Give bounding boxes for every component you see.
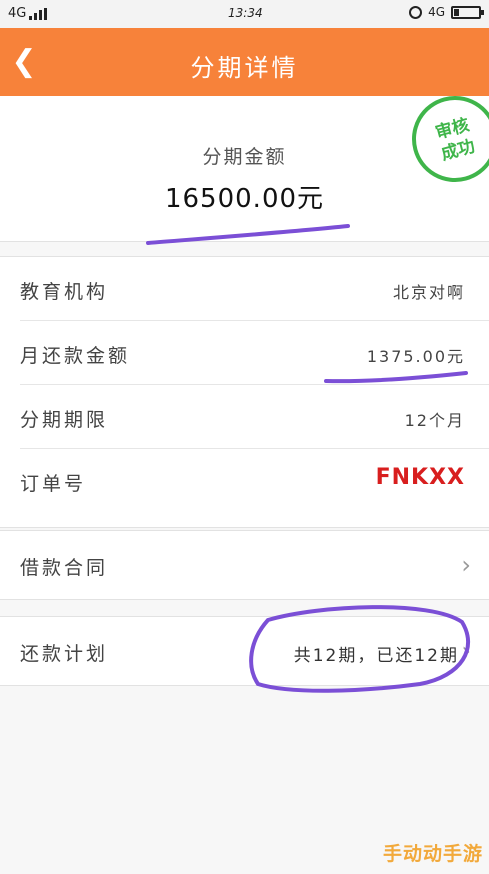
detail-value: 12个月 <box>404 411 465 430</box>
status-right: 4G <box>409 5 484 19</box>
detail-row-monthly-payment: 月还款金额 1375.00元 <box>0 321 489 385</box>
chevron-right-icon: › <box>461 551 471 579</box>
detail-label: 教育机构 <box>20 281 109 303</box>
detail-row-term: 分期期限 12个月 <box>0 385 489 449</box>
chevron-right-icon: › <box>461 637 471 665</box>
alarm-clock-icon <box>409 5 423 19</box>
details-list: 教育机构 北京对啊 月还款金额 1375.00元 分期期限 12个月 订单号 F… <box>0 256 489 528</box>
detail-label: 订单号 <box>20 473 87 495</box>
detail-value: 北京对啊 <box>392 283 465 302</box>
detail-row-order-number: 订单号 FNKXX <box>0 449 489 513</box>
status-left: 4G <box>8 6 48 21</box>
page-title: 分期详情 <box>190 54 299 82</box>
loan-contract-row[interactable]: 借款合同 › <box>0 530 489 600</box>
battery-icon <box>451 5 484 19</box>
network-type-label: 4G <box>8 6 27 21</box>
signal-strength-icon <box>29 7 48 20</box>
repayment-plan-label: 还款计划 <box>20 643 109 665</box>
approval-stamp: 审核 成功 <box>402 86 489 192</box>
amount-card: 分期金额 16500.00元 审核 成功 <box>0 86 489 242</box>
repayment-plan-row[interactable]: 还款计划 共12期，已还12期 › <box>0 616 489 686</box>
order-number-value: FNKXX <box>375 465 465 490</box>
detail-value: 1375.00元 <box>366 347 465 366</box>
watermark: 手动动手游 <box>382 843 483 865</box>
battery-level <box>454 8 459 16</box>
status-bar: 4G 13:34 4G <box>0 0 489 28</box>
detail-label: 月还款金额 <box>20 345 131 367</box>
status-time: 13:34 <box>228 6 263 20</box>
detail-label: 分期期限 <box>20 409 109 431</box>
detail-row-institution: 教育机构 北京对啊 <box>0 257 489 321</box>
network-type-right: 4G <box>428 5 445 19</box>
loan-contract-label: 借款合同 <box>20 557 109 579</box>
amount-value: 16500.00元 <box>164 184 325 214</box>
repayment-plan-status: 共12期，已还12期 <box>293 646 459 666</box>
app-header: ❮ 分期详情 <box>0 28 489 96</box>
